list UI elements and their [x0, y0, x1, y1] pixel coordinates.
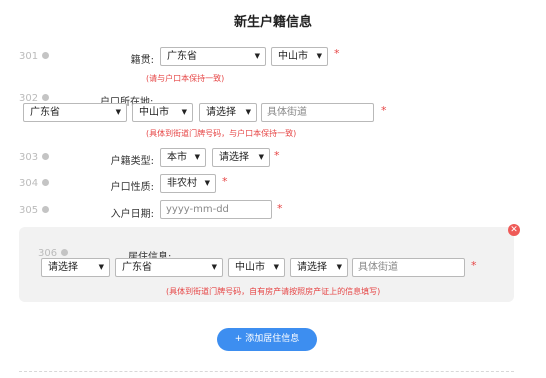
row-number-303: 303 — [19, 152, 50, 163]
dropdown-arrow-icon: ▼ — [258, 153, 264, 161]
native-place-province-select[interactable]: 广东省 ▼ — [160, 47, 266, 66]
required-mark: * — [222, 175, 228, 188]
required-mark: * — [471, 259, 477, 272]
dropdown-arrow-icon: ▼ — [98, 263, 104, 271]
dropdown-arrow-icon: ▼ — [194, 153, 200, 161]
dropdown-arrow-icon: ▼ — [245, 108, 251, 116]
page-title: 新生户籍信息 — [233, 15, 312, 30]
divider — [19, 371, 514, 372]
registered-address-district-select[interactable]: 请选择 ▼ — [199, 103, 257, 122]
native-place-city-select[interactable]: 中山市 ▼ — [271, 47, 328, 66]
residence-district-select[interactable]: 请选择 ▼ — [290, 258, 348, 277]
household-nature-select[interactable]: 非农村 ▼ — [160, 174, 216, 193]
dot-icon — [42, 152, 50, 160]
dropdown-arrow-icon: ▼ — [273, 263, 279, 271]
row-number-304: 304 — [19, 178, 50, 189]
row-number-301: 301 — [19, 51, 50, 62]
household-nature-label: 户口性质: — [110, 182, 154, 193]
household-type-scope-select[interactable]: 本市 ▼ — [160, 148, 206, 167]
dropdown-arrow-icon: ▼ — [181, 108, 187, 116]
dot-icon — [42, 93, 50, 101]
residence-street-input[interactable]: 具体街道 — [352, 258, 465, 277]
dot-icon — [61, 248, 69, 256]
native-place-label: 籍贯: — [130, 55, 154, 66]
residence-province-select[interactable]: 广东省 ▼ — [115, 258, 223, 277]
residence-country-select[interactable]: 请选择 ▼ — [41, 258, 110, 277]
household-type-label: 户籍类型: — [110, 156, 154, 167]
dot-icon — [42, 178, 50, 186]
dropdown-arrow-icon: ▼ — [115, 108, 121, 116]
dot-icon — [42, 51, 50, 59]
dropdown-arrow-icon: ▼ — [204, 179, 210, 187]
dot-icon — [42, 205, 50, 213]
household-type-select[interactable]: 请选择 ▼ — [212, 148, 270, 167]
required-mark: * — [274, 149, 280, 162]
required-mark: * — [334, 47, 340, 60]
dropdown-arrow-icon: ▼ — [336, 263, 342, 271]
registered-address-hint: (具体到街道门牌号码，与户口本保持一致) — [146, 129, 297, 138]
required-mark: * — [381, 104, 387, 117]
registered-address-city-select[interactable]: 中山市 ▼ — [132, 103, 193, 122]
registration-date-label: 入户日期: — [110, 209, 154, 220]
dropdown-arrow-icon: ▼ — [254, 52, 260, 60]
dropdown-arrow-icon: ▼ — [211, 263, 217, 271]
registered-address-province-select[interactable]: 广东省 ▼ — [23, 103, 127, 122]
add-residence-button[interactable]: + 添加居住信息 — [217, 328, 317, 351]
close-icon[interactable]: ✕ — [508, 224, 520, 236]
registration-date-input[interactable]: yyyy-mm-dd — [160, 200, 272, 219]
required-mark: * — [277, 202, 283, 215]
registered-address-street-input[interactable]: 具体街道 — [261, 103, 374, 122]
dropdown-arrow-icon: ▼ — [316, 52, 322, 60]
native-place-hint: (请与户口本保持一致) — [146, 74, 225, 83]
residence-city-select[interactable]: 中山市 ▼ — [228, 258, 285, 277]
row-number-305: 305 — [19, 205, 50, 216]
residence-hint: (具体到街道门牌号码，自有房产请按照房产证上的信息填写) — [166, 287, 381, 296]
